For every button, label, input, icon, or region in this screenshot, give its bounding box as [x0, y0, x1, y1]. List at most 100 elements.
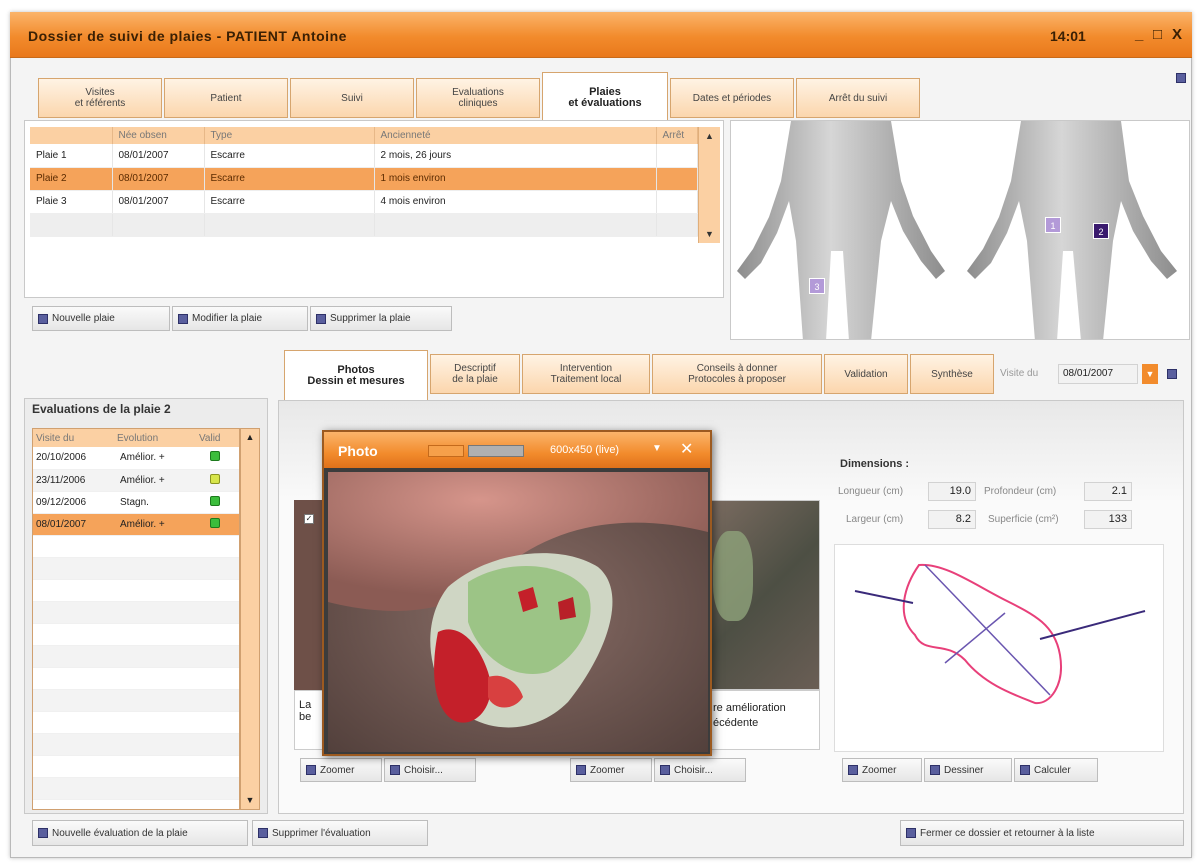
clock: 14:01 [1050, 28, 1086, 44]
close-file-button[interactable]: Fermer ce dossier et retourner à la list… [900, 820, 1184, 846]
tab-conseils[interactable]: Conseils à donner Protocoles à proposer [652, 354, 822, 394]
minimize-button[interactable]: _ [1135, 26, 1143, 43]
delete-wound-button[interactable]: Supprimer la plaie [310, 306, 452, 331]
folder-icon [390, 765, 400, 775]
tab-suivi[interactable]: Suivi [290, 78, 414, 118]
zoom-icon [306, 765, 316, 775]
settings-icon[interactable] [1176, 73, 1186, 83]
tab-arret[interactable]: Arrêt du suivi [796, 78, 920, 118]
depth-label: Profondeur (cm) [984, 486, 1057, 497]
photo-thumbnail-right[interactable] [708, 500, 820, 690]
tab-visites[interactable]: Visites et référents [38, 78, 162, 118]
choose-button[interactable]: Choisir... [384, 758, 476, 782]
col-header: Arrêt [656, 127, 698, 144]
close-icon[interactable]: ✕ [680, 439, 693, 459]
wound-marker[interactable]: 1 [1045, 217, 1061, 233]
table-row[interactable]: Plaie 1 08/01/2007 Escarre 2 mois, 26 jours [30, 144, 698, 168]
wound-marker[interactable]: 2 [1093, 223, 1109, 239]
wounds-table-wrap: Née obsen Type Ancienneté Arrêt Plaie 10… [30, 127, 698, 243]
status-yellow-icon [210, 473, 220, 484]
evaluations-scrollbar[interactable]: ▲ ▼ [240, 428, 260, 810]
edit-wound-button[interactable]: Modifier la plaie [172, 306, 308, 331]
calendar-icon[interactable] [1167, 369, 1177, 379]
width-label: Largeur (cm) [846, 514, 904, 525]
area-field[interactable]: 133 [1084, 510, 1132, 529]
depth-field[interactable]: 2.1 [1084, 482, 1132, 501]
dropdown-arrow-icon[interactable]: ▼ [652, 443, 662, 454]
evaluations-list: Visite du Evolution Valid 20/10/2006 Amél… [32, 428, 240, 810]
table-row[interactable]: Plaie 2 08/01/2007 Escarre 1 mois environ [30, 167, 698, 191]
tab-patient[interactable]: Patient [164, 78, 288, 118]
photo-popup-header: Photo 600x450 (live) ▼ ✕ [324, 432, 710, 468]
status-green-icon [210, 451, 220, 462]
col-header: Type [204, 127, 375, 144]
table-row[interactable]: Plaie 3 08/01/2007 Escarre 4 mois environ [30, 190, 698, 214]
scroll-up-icon[interactable]: ▲ [699, 131, 720, 141]
edit-icon [178, 313, 188, 324]
dropdown-arrow-icon[interactable]: ▼ [1142, 364, 1158, 384]
scroll-down-icon[interactable]: ▼ [241, 795, 259, 805]
close-button[interactable]: X [1172, 26, 1182, 43]
length-label: Longueur (cm) [838, 486, 904, 497]
dimensions-title: Dimensions : [840, 458, 910, 470]
status-green-icon [210, 495, 220, 506]
title-bar: Dossier de suivi de plaies - PATIENT Ant… [10, 12, 1192, 58]
zoom-icon [576, 765, 586, 775]
delete-icon [258, 828, 268, 838]
wounds-scrollbar[interactable]: ▲ ▼ [698, 127, 720, 243]
maximize-button[interactable]: □ [1153, 26, 1162, 43]
delete-evaluation-button[interactable]: Supprimer l'évaluation [252, 820, 428, 846]
zoom-icon [848, 765, 858, 775]
wound-photo [328, 472, 708, 752]
wound-outline-drawing [854, 563, 1146, 705]
add-icon [38, 828, 48, 838]
tab-intervention[interactable]: Intervention Traitement local [522, 354, 650, 394]
list-item[interactable]: 08/01/2007 Amélior. + [33, 513, 239, 536]
zoom-button[interactable]: Zoomer [300, 758, 382, 782]
view-toggle-icon[interactable] [428, 445, 464, 457]
wounds-table: Née obsen Type Ancienneté Arrêt Plaie 10… [30, 127, 698, 237]
pencil-icon [930, 765, 940, 775]
calculate-button[interactable]: Calculer [1014, 758, 1098, 782]
length-field[interactable]: 19.0 [928, 482, 976, 501]
calculator-icon [1020, 765, 1030, 775]
resolution-select[interactable]: 600x450 (live) [550, 444, 619, 456]
tab-evaluations-cliniques[interactable]: Evaluations cliniques [416, 78, 540, 118]
folder-icon [660, 765, 670, 775]
status-green-icon [210, 517, 220, 528]
list-item[interactable]: 09/12/2006 Stagn. [33, 491, 239, 514]
scroll-up-icon[interactable]: ▲ [241, 432, 259, 442]
exit-icon [906, 828, 916, 838]
evaluations-table: 20/10/2006 Amélior. + 23/11/2006 Amélior. … [33, 447, 239, 800]
tab-synthese[interactable]: Synthèse [910, 354, 994, 394]
width-field[interactable]: 8.2 [928, 510, 976, 529]
scroll-down-icon[interactable]: ▼ [699, 229, 720, 239]
body-map[interactable]: 3 1 2 [730, 120, 1190, 340]
draw-button[interactable]: Dessiner [924, 758, 1012, 782]
view-toggle-icon[interactable] [468, 445, 524, 457]
zoom-drawing-button[interactable]: Zoomer [842, 758, 922, 782]
list-item[interactable]: 23/11/2006 Amélior. + [33, 469, 239, 492]
visit-label: Visite du [1000, 368, 1039, 379]
new-wound-button[interactable]: Nouvelle plaie [32, 306, 170, 331]
tab-descriptif[interactable]: Descriptif de la plaie [430, 354, 520, 394]
tab-dates[interactable]: Dates et périodes [670, 78, 794, 118]
tab-plaies[interactable]: Plaies et évaluations [542, 72, 668, 122]
tab-validation[interactable]: Validation [824, 354, 908, 394]
list-item[interactable]: 20/10/2006 Amélior. + [33, 447, 239, 470]
wound-marker[interactable]: 3 [809, 278, 825, 294]
choose-button[interactable]: Choisir... [654, 758, 746, 782]
wound-drawing-canvas[interactable] [834, 544, 1164, 752]
window-title: Dossier de suivi de plaies - PATIENT Ant… [28, 28, 347, 44]
visit-date-select[interactable]: 08/01/2007 [1058, 364, 1138, 384]
tab-photos[interactable]: Photos Dessin et mesures [284, 350, 428, 400]
photo-thumbnail-left[interactable] [294, 500, 324, 690]
delete-icon [316, 313, 326, 324]
col-header: Née obsen [112, 127, 205, 144]
col-header: Ancienneté [374, 127, 657, 144]
checkbox-icon[interactable]: ✓ [304, 514, 314, 524]
photo-caption-right: re amélioration écédente [708, 690, 820, 750]
evaluations-title: Evaluations de la plaie 2 [32, 402, 171, 416]
new-evaluation-button[interactable]: Nouvelle évaluation de la plaie [32, 820, 248, 846]
zoom-button[interactable]: Zoomer [570, 758, 652, 782]
